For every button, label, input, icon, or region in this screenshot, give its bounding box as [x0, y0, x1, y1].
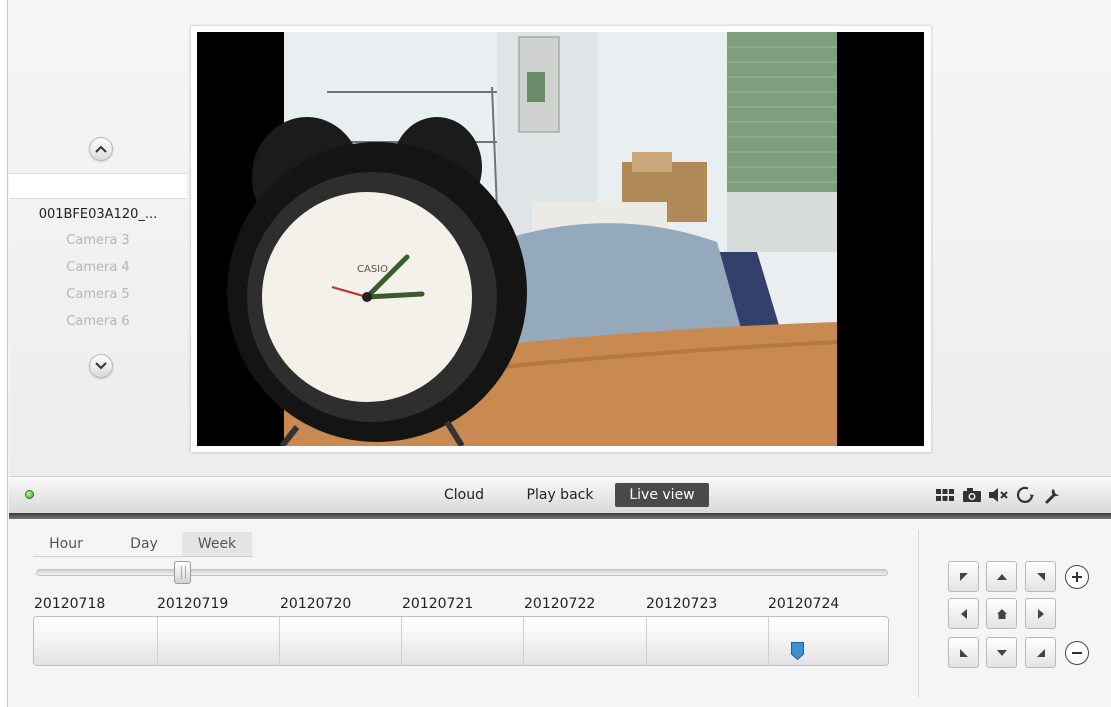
refresh-icon[interactable] — [1015, 484, 1037, 506]
tab-playback[interactable]: Play back — [515, 483, 605, 507]
pan-up-left-icon — [959, 572, 968, 581]
timeline-day-divider — [401, 617, 402, 665]
timeline-date-label: 20120721 — [402, 596, 474, 612]
range-tab-week[interactable]: Week — [182, 532, 252, 556]
pan-up-right-button[interactable] — [1025, 561, 1056, 592]
mute-icon[interactable] — [987, 484, 1009, 506]
range-tab-day[interactable]: Day — [114, 532, 174, 556]
pan-down-icon — [996, 649, 1007, 656]
timeline-date-label: 20120720 — [280, 596, 352, 612]
zoom-slider-thumb[interactable] — [174, 561, 191, 584]
camera-list-item[interactable]: Camera 6 — [9, 314, 187, 329]
pan-down-right-button[interactable] — [1025, 637, 1056, 668]
tab-cloud[interactable]: Cloud — [431, 483, 497, 507]
zoom-out-icon — [1072, 652, 1082, 654]
pan-up-icon — [996, 573, 1007, 580]
snapshot-camera-icon[interactable] — [961, 484, 983, 506]
left-border — [0, 0, 8, 707]
tab-live-view[interactable]: Live view — [615, 483, 709, 507]
timeline-date-label: 20120719 — [157, 596, 229, 612]
camera-list-item[interactable]: Camera 4 — [9, 260, 187, 275]
pan-up-button[interactable] — [986, 561, 1017, 592]
camera-list-scroll-down-button[interactable] — [89, 354, 113, 378]
zoom-in-button[interactable] — [1065, 565, 1089, 589]
pan-right-button[interactable] — [1025, 598, 1056, 629]
svg-text:CASIO: CASIO — [357, 264, 388, 275]
panel-divider — [918, 530, 919, 698]
timeline-panel — [9, 519, 1111, 707]
pan-up-right-icon — [1036, 572, 1045, 581]
timeline-date-label: 20120723 — [646, 596, 718, 612]
camera-list-selection-bar[interactable] — [9, 173, 187, 199]
pan-left-icon — [960, 608, 967, 619]
pan-down-right-icon — [1036, 648, 1045, 657]
range-tab-hour[interactable]: Hour — [35, 532, 97, 556]
pan-right-icon — [1037, 608, 1044, 619]
camera-list-item[interactable]: Camera 5 — [9, 287, 187, 302]
pan-down-button[interactable] — [986, 637, 1017, 668]
timeline-date-label: 20120718 — [34, 596, 106, 612]
zoom-out-button[interactable] — [1065, 641, 1089, 665]
recording-timeline[interactable] — [33, 616, 889, 666]
timeline-day-divider — [279, 617, 280, 665]
timeline-date-label: 20120722 — [524, 596, 596, 612]
timeline-day-divider — [768, 617, 769, 665]
pan-left-button[interactable] — [948, 598, 979, 629]
grid-layout-icon[interactable] — [934, 484, 956, 506]
chevron-down-icon — [95, 362, 107, 370]
timeline-day-divider — [157, 617, 158, 665]
camera-list-item[interactable]: Camera 3 — [9, 233, 187, 248]
zoom-in-icon — [1072, 572, 1082, 582]
chevron-up-icon — [95, 145, 107, 153]
pan-up-left-button[interactable] — [948, 561, 979, 592]
connection-status-icon — [25, 490, 34, 499]
zoom-slider-track[interactable] — [36, 569, 888, 576]
camera-list-item[interactable]: 001BFE03A120_... — [9, 207, 187, 222]
home-icon — [996, 608, 1007, 619]
range-tabs-underline — [33, 556, 253, 557]
timeline-day-divider — [523, 617, 524, 665]
live-video-feed[interactable]: CASIO — [197, 32, 924, 446]
pan-down-left-icon — [959, 648, 968, 657]
timeline-day-divider — [646, 617, 647, 665]
camera-scene-image: CASIO — [197, 32, 924, 446]
playhead-marker-icon[interactable] — [791, 642, 804, 660]
timeline-date-label: 20120724 — [768, 596, 840, 612]
pan-down-left-button[interactable] — [948, 637, 979, 668]
settings-wrench-icon[interactable] — [1042, 484, 1064, 506]
ptz-home-button[interactable] — [986, 598, 1017, 629]
camera-list-scroll-up-button[interactable] — [89, 137, 113, 161]
